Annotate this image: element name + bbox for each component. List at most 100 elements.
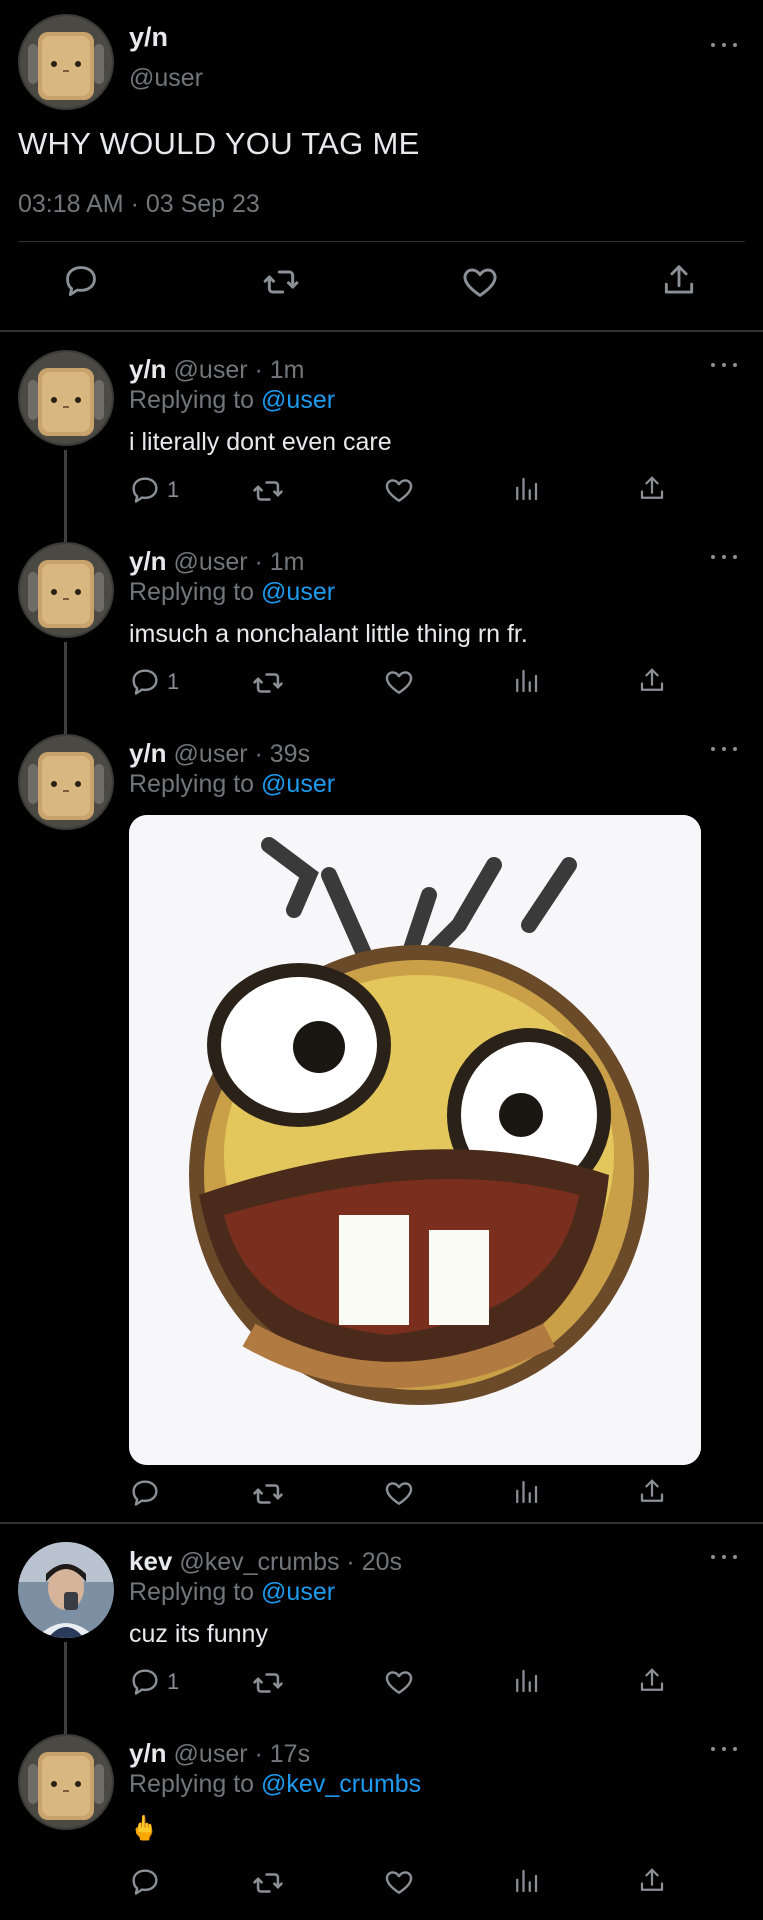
share-icon[interactable] bbox=[637, 474, 667, 504]
retweet-action[interactable] bbox=[251, 474, 285, 508]
more-icon[interactable] bbox=[711, 1744, 737, 1754]
reply-tweet[interactable]: y/n @user · 17s Replying to @kev_crumbs … bbox=[0, 1726, 763, 1920]
reply-icon[interactable] bbox=[129, 666, 161, 698]
views-icon[interactable] bbox=[511, 1477, 541, 1507]
reply-tweet[interactable]: y/n @user · 1m Replying to @user i liter… bbox=[0, 342, 763, 536]
reply-icon[interactable] bbox=[129, 474, 161, 506]
like-action[interactable] bbox=[383, 666, 415, 698]
kev-avatar-image bbox=[18, 1542, 114, 1638]
reply-tweet[interactable]: y/n @user · 1m Replying to @user imsuch … bbox=[0, 534, 763, 728]
author-meta[interactable]: @user · 39s bbox=[174, 740, 311, 768]
more-icon[interactable] bbox=[711, 40, 737, 50]
share-icon[interactable] bbox=[660, 262, 698, 300]
reply-action[interactable]: 1 bbox=[129, 666, 179, 698]
like-icon[interactable] bbox=[383, 474, 415, 506]
author-name[interactable]: y/n bbox=[129, 546, 167, 576]
share-icon[interactable] bbox=[637, 1477, 667, 1507]
like-action[interactable] bbox=[383, 1477, 415, 1509]
replying-to-link[interactable]: @kev_crumbs bbox=[261, 1770, 421, 1798]
views-action[interactable] bbox=[511, 1666, 541, 1696]
author-name[interactable]: y/n bbox=[129, 738, 167, 768]
tweet-header: y/n @user · 1m bbox=[129, 546, 305, 577]
reply-tweet[interactable]: kev @kev_crumbs · 20s Replying to @user … bbox=[0, 1534, 763, 1728]
reply-action[interactable] bbox=[129, 1866, 161, 1898]
author-meta[interactable]: @user · 1m bbox=[174, 548, 305, 576]
tweet-text: imsuch a nonchalant little thing rn fr. bbox=[129, 620, 528, 648]
like-icon[interactable] bbox=[383, 666, 415, 698]
retweet-icon[interactable] bbox=[251, 1477, 285, 1511]
retweet-action[interactable] bbox=[251, 1666, 285, 1700]
retweet-icon[interactable] bbox=[251, 666, 285, 700]
author-meta[interactable]: @kev_crumbs · 20s bbox=[179, 1548, 402, 1576]
retweet-icon[interactable] bbox=[251, 474, 285, 508]
share-action[interactable] bbox=[637, 1866, 667, 1896]
views-action[interactable] bbox=[511, 666, 541, 696]
like-icon[interactable] bbox=[383, 1666, 415, 1698]
author-meta[interactable]: @user · 17s bbox=[174, 1740, 311, 1768]
views-icon[interactable] bbox=[511, 474, 541, 504]
reply-icon[interactable] bbox=[129, 1477, 161, 1509]
share-icon[interactable] bbox=[637, 1666, 667, 1696]
more-icon[interactable] bbox=[711, 1552, 737, 1562]
author-name[interactable]: y/n bbox=[129, 354, 167, 384]
replying-to-link[interactable]: @user bbox=[261, 386, 335, 414]
views-action[interactable] bbox=[511, 474, 541, 504]
author-meta[interactable]: @user · 1m bbox=[174, 356, 305, 384]
more-icon[interactable] bbox=[711, 552, 737, 562]
share-icon[interactable] bbox=[637, 1866, 667, 1896]
author-name[interactable]: y/n bbox=[129, 1738, 167, 1768]
views-action[interactable] bbox=[511, 1477, 541, 1507]
author-name[interactable]: kev bbox=[129, 1546, 172, 1576]
replying-to-link[interactable]: @user bbox=[261, 1578, 335, 1606]
share-action[interactable] bbox=[637, 666, 667, 696]
avatar[interactable] bbox=[18, 542, 114, 638]
like-icon[interactable] bbox=[460, 262, 500, 302]
more-icon[interactable] bbox=[711, 360, 737, 370]
replying-to-link[interactable]: @user bbox=[261, 770, 335, 798]
tweet-actions: 1 bbox=[129, 474, 689, 510]
share-action[interactable] bbox=[637, 1477, 667, 1507]
views-icon[interactable] bbox=[511, 666, 541, 696]
avatar[interactable] bbox=[18, 734, 114, 830]
toast-avatar-image bbox=[18, 14, 114, 110]
reply-action[interactable]: 1 bbox=[129, 474, 179, 506]
tweet-timestamp[interactable]: 03:18 AM · 03 Sep 23 bbox=[18, 190, 260, 219]
retweet-icon[interactable] bbox=[251, 1666, 285, 1700]
thread-line bbox=[64, 642, 67, 728]
tweet-actions: 1 bbox=[129, 666, 689, 702]
reply-icon[interactable] bbox=[129, 1866, 161, 1898]
section-divider bbox=[0, 330, 763, 332]
avatar[interactable] bbox=[18, 350, 114, 446]
reply-icon[interactable] bbox=[129, 1666, 161, 1698]
author-handle[interactable]: @user bbox=[129, 64, 203, 93]
like-action[interactable] bbox=[383, 474, 415, 506]
thread-line bbox=[64, 1726, 67, 1734]
retweet-action[interactable] bbox=[251, 666, 285, 700]
retweet-icon[interactable] bbox=[251, 1866, 285, 1900]
like-action[interactable] bbox=[383, 1666, 415, 1698]
tweet-media-image[interactable] bbox=[129, 815, 701, 1465]
reply-action[interactable] bbox=[129, 1477, 161, 1509]
like-action[interactable] bbox=[383, 1866, 415, 1898]
avatar[interactable] bbox=[18, 1542, 114, 1638]
author-name[interactable]: y/n bbox=[129, 22, 168, 53]
reply-icon[interactable] bbox=[62, 262, 100, 300]
share-action[interactable] bbox=[637, 1666, 667, 1696]
more-icon[interactable] bbox=[711, 744, 737, 754]
retweet-action[interactable] bbox=[251, 1866, 285, 1900]
like-icon[interactable] bbox=[383, 1477, 415, 1509]
avatar[interactable] bbox=[18, 14, 114, 110]
like-icon[interactable] bbox=[383, 1866, 415, 1898]
share-action[interactable] bbox=[637, 474, 667, 504]
share-icon[interactable] bbox=[637, 666, 667, 696]
retweet-icon[interactable] bbox=[261, 262, 301, 302]
replying-to-link[interactable]: @user bbox=[261, 578, 335, 606]
views-icon[interactable] bbox=[511, 1866, 541, 1896]
reply-tweet[interactable]: y/n @user · 39s Replying to @user bbox=[0, 726, 763, 1522]
replying-prefix: Replying to bbox=[129, 578, 255, 606]
retweet-action[interactable] bbox=[251, 1477, 285, 1511]
avatar[interactable] bbox=[18, 1734, 114, 1830]
views-icon[interactable] bbox=[511, 1666, 541, 1696]
reply-action[interactable]: 1 bbox=[129, 1666, 179, 1698]
views-action[interactable] bbox=[511, 1866, 541, 1896]
